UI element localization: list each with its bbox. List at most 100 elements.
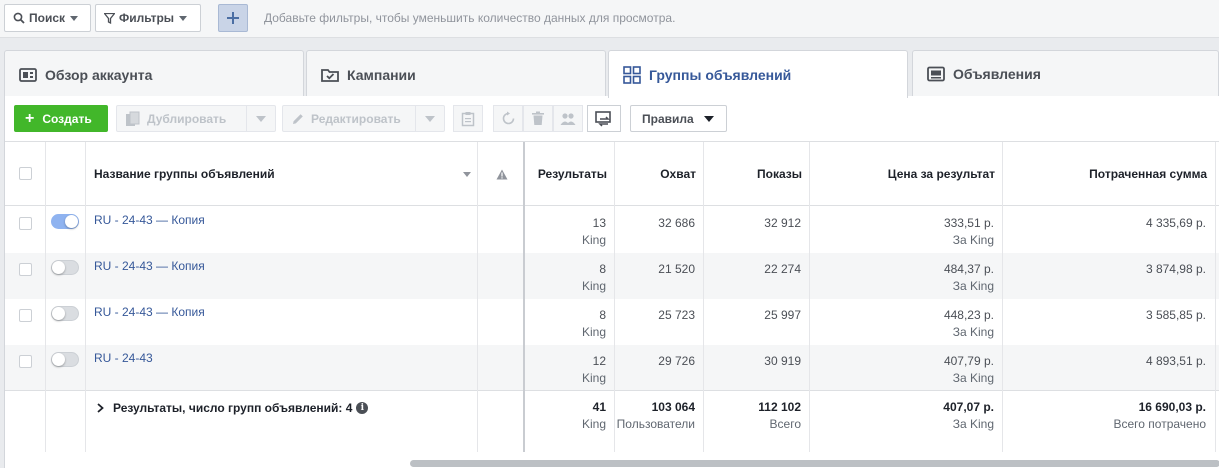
filters-button-label: Фильтры: [119, 11, 175, 25]
column-header-impressions[interactable]: Показы: [704, 142, 810, 206]
column-header-name[interactable]: Название группы объявлений: [94, 142, 479, 206]
rules-button-label: Правила: [642, 111, 694, 126]
refresh-button[interactable]: [493, 105, 523, 132]
clipboard-icon: [461, 111, 475, 126]
total-amount-spent-cell: 16 690,03 р. Всего потрачено: [1113, 400, 1206, 431]
ad-sets-table: Название группы объявлений Результаты Ох…: [5, 141, 1219, 468]
scrollbar-thumb[interactable]: [410, 460, 1219, 467]
totals-label: Результаты, число групп объявлений: 4: [113, 401, 353, 415]
horizontal-scrollbar[interactable]: [5, 453, 1219, 468]
filter-hint: Добавьте фильтры, чтобы уменьшить количе…: [264, 11, 676, 25]
column-header-delivery-warning[interactable]: [479, 142, 524, 206]
column-divider: [1215, 142, 1216, 452]
tab-ads[interactable]: Объявления: [912, 50, 1219, 96]
impressions-cell: 32 912: [764, 216, 801, 230]
row-checkbox[interactable]: [19, 263, 32, 276]
toolbar: + Создать Дублировать Редактировать Прав…: [5, 96, 1219, 140]
table-row[interactable]: RU - 24-43 — Копия 13 King 32 686 32 912 …: [5, 207, 1219, 253]
tab-label: Кампании: [347, 66, 416, 83]
table-row[interactable]: RU - 24-43 12 King 29 726 30 919 407,79 р…: [5, 345, 1219, 391]
results-cell: 8 King: [581, 308, 606, 339]
reach-cell: 29 726: [658, 354, 695, 368]
pencil-icon: [293, 113, 303, 124]
row-checkbox[interactable]: [19, 355, 32, 368]
column-divider: [85, 142, 86, 452]
reach-cell: 21 520: [658, 262, 695, 276]
clipboard-button[interactable]: [453, 105, 483, 132]
column-header-cost-per-result[interactable]: Цена за результат: [810, 142, 1003, 206]
select-all-checkbox[interactable]: [19, 167, 32, 180]
search-button[interactable]: Поиск: [4, 4, 91, 32]
column-header-results[interactable]: Результаты: [525, 142, 615, 206]
people-icon: [560, 112, 576, 125]
table-row[interactable]: RU - 24-43 — Копия 8 King 25 723 25 997 4…: [5, 299, 1219, 345]
ad-set-toggle[interactable]: [51, 306, 79, 321]
filter-bar: Поиск Фильтры Добавьте фильтры, чтобы ум…: [0, 0, 1219, 38]
row-checkbox[interactable]: [19, 217, 32, 230]
ad-set-name-link[interactable]: RU - 24-43: [94, 351, 153, 365]
row-checkbox[interactable]: [19, 309, 32, 322]
column-header-reach[interactable]: Охват: [615, 142, 704, 206]
tab-account-overview[interactable]: Обзор аккаунта: [4, 50, 304, 98]
plus-icon: [227, 12, 239, 24]
totals-row: Результаты, число групп объявлений: 4 i …: [5, 390, 1219, 452]
ad-set-toggle[interactable]: [51, 260, 79, 275]
cost-per-result-cell: 407,79 р. За King: [943, 354, 994, 385]
tab-ad-sets[interactable]: Группы объявлений: [608, 50, 908, 98]
ad-set-toggle[interactable]: [51, 214, 79, 229]
sort-down-icon[interactable]: [463, 172, 471, 177]
results-cell: 13 King: [581, 216, 606, 247]
chevron-down-icon[interactable]: [247, 106, 275, 131]
audience-button[interactable]: [553, 105, 583, 132]
chevron-down-icon: [703, 115, 714, 122]
duplicate-button-label: Дублировать: [147, 111, 227, 126]
column-divider: [614, 142, 615, 452]
results-cell: 8 King: [581, 262, 606, 293]
folder-check-icon: [321, 68, 339, 82]
tab-campaigns[interactable]: Кампании: [306, 50, 606, 98]
chevron-down-icon[interactable]: [416, 106, 444, 131]
cost-per-result-cell: 333,51 р. За King: [943, 216, 994, 247]
chevron-down-icon: [179, 15, 188, 21]
warning-icon: [496, 169, 507, 179]
column-divider: [1002, 142, 1003, 452]
search-icon: [13, 12, 25, 24]
edit-button[interactable]: Редактировать: [282, 105, 445, 132]
rules-button[interactable]: Правила: [630, 105, 727, 132]
amount-spent-cell: 4 893,51 р.: [1145, 354, 1206, 368]
refresh-icon: [502, 111, 514, 125]
add-filter-button[interactable]: [218, 4, 248, 32]
ad-set-name-link[interactable]: RU - 24-43 — Копия: [94, 259, 205, 273]
duplicate-button[interactable]: Дублировать: [116, 105, 276, 132]
impressions-cell: 30 919: [764, 354, 801, 368]
trash-icon: [532, 111, 544, 125]
plus-icon: +: [25, 109, 35, 127]
ad-set-name-link[interactable]: RU - 24-43 — Копия: [94, 213, 205, 227]
tab-label: Обзор аккаунта: [45, 66, 153, 83]
column-header-amount-spent[interactable]: Потраченная сумма: [1003, 142, 1215, 206]
total-reach-cell: 103 064 Пользователи: [616, 400, 695, 431]
reach-cell: 25 723: [658, 308, 695, 322]
ab-test-button[interactable]: [587, 105, 621, 132]
column-divider: [703, 142, 704, 452]
filters-button[interactable]: Фильтры: [95, 4, 201, 32]
total-impressions-cell: 112 102 Всего: [758, 400, 801, 431]
impressions-cell: 25 997: [764, 308, 801, 322]
chevron-right-icon: [97, 403, 104, 413]
frozen-column-divider[interactable]: [523, 142, 525, 452]
total-results-cell: 41 King: [581, 400, 606, 431]
ad-set-toggle[interactable]: [51, 352, 79, 367]
info-icon[interactable]: i: [356, 402, 369, 414]
ad-set-name-link[interactable]: RU - 24-43 — Копия: [94, 305, 205, 319]
delete-button[interactable]: [523, 105, 553, 132]
search-button-label: Поиск: [29, 11, 66, 25]
create-button[interactable]: + Создать: [14, 105, 108, 132]
results-cell: 12 King: [581, 354, 606, 385]
edit-button-label: Редактировать: [311, 111, 401, 126]
account-overview-icon: [19, 67, 37, 82]
duplicate-icon: [126, 111, 140, 126]
totals-toggle[interactable]: Результаты, число групп объявлений: 4 i: [97, 401, 369, 415]
amount-spent-cell: 3 874,98 р.: [1145, 262, 1206, 276]
table-row[interactable]: RU - 24-43 — Копия 8 King 21 520 22 274 4…: [5, 253, 1219, 299]
column-divider: [809, 142, 810, 452]
